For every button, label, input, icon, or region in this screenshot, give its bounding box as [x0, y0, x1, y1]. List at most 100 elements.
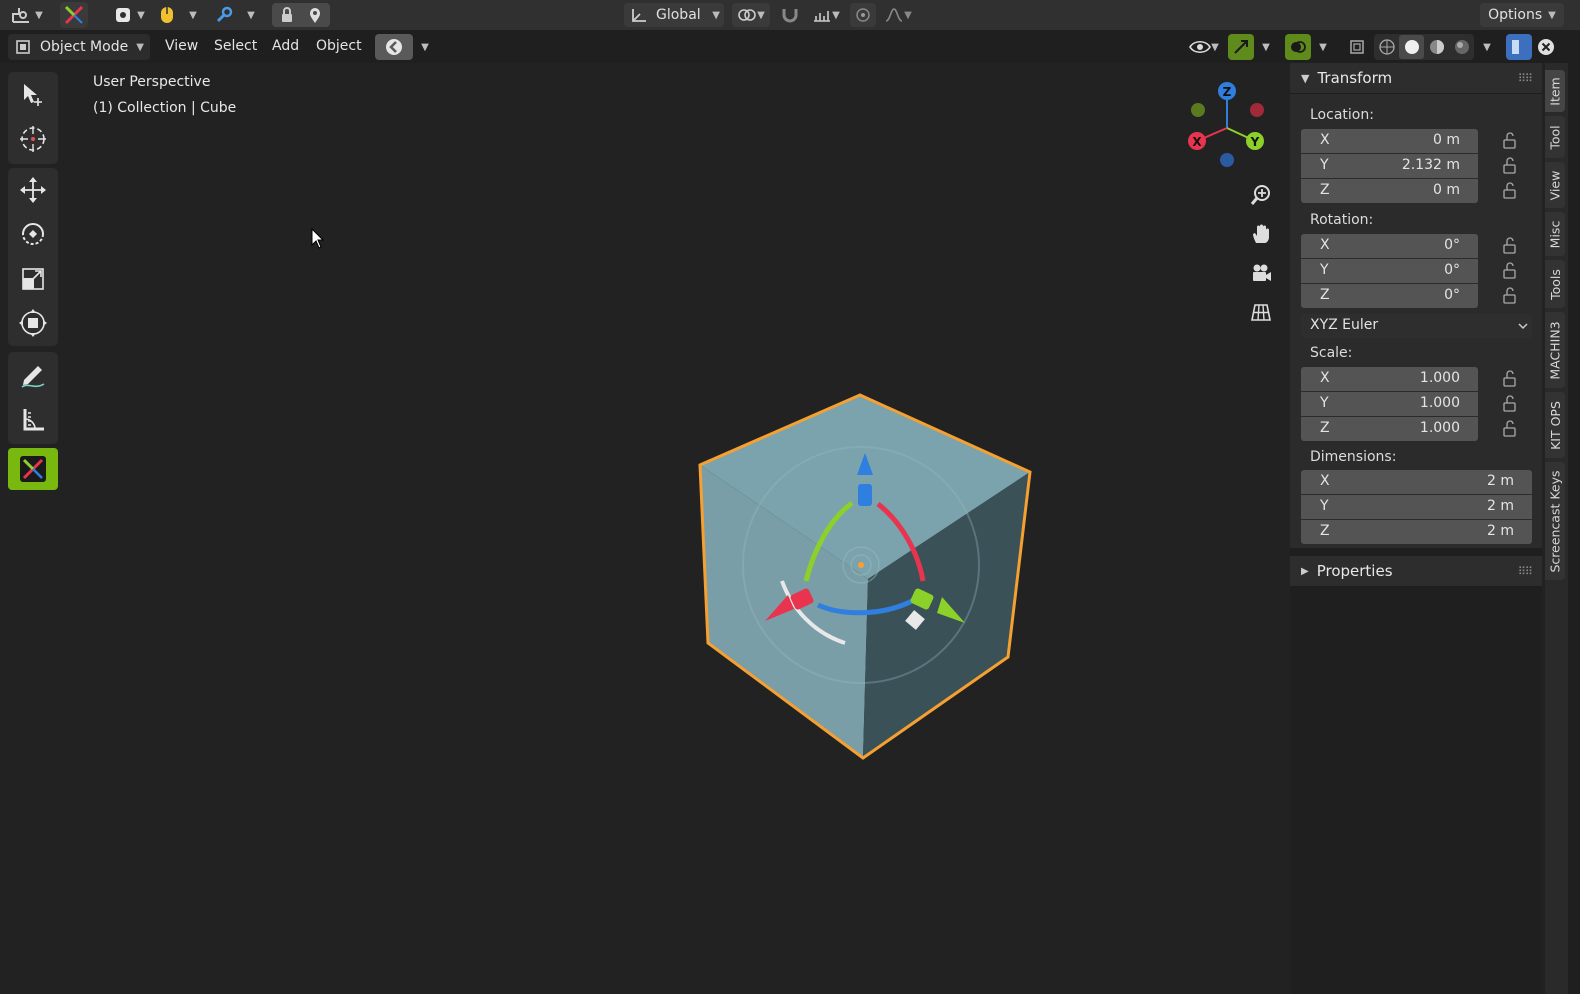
overlays-toggle[interactable]: [1285, 34, 1311, 60]
transform-panel-header[interactable]: ▼ Transform ⠿⠿: [1290, 63, 1542, 93]
transform-orientation-dropdown[interactable]: Global ▼: [624, 3, 724, 27]
properties-panel-header[interactable]: ▶ Properties ⠿⠿: [1290, 556, 1542, 586]
gizmo-neg-y[interactable]: [1191, 103, 1205, 117]
proportional-edit-toggle[interactable]: [850, 3, 876, 27]
scale-tool[interactable]: [8, 258, 58, 300]
tab-misc[interactable]: Misc: [1545, 212, 1565, 256]
tab-view[interactable]: View: [1545, 162, 1565, 208]
select-box-tool[interactable]: [8, 74, 58, 116]
chevron-down-icon[interactable]: ▼: [186, 3, 200, 27]
gizmo-neg-x[interactable]: [1250, 103, 1264, 117]
chevron-down-icon[interactable]: ▼: [418, 35, 432, 59]
dimensions-x-field[interactable]: X 2 m: [1301, 470, 1532, 494]
unlock-icon[interactable]: [1500, 419, 1520, 439]
tab-kit-ops[interactable]: KIT OPS: [1545, 392, 1565, 458]
grid-ortho-icon[interactable]: [1245, 296, 1277, 328]
rotation-mode-dropdown[interactable]: XYZ Euler: [1301, 314, 1532, 338]
select-cursor-icon: [24, 84, 42, 106]
drag-handle-icon[interactable]: ⠿⠿: [1518, 565, 1533, 578]
axis-label: X: [1320, 237, 1330, 253]
pivot-icon: [738, 9, 756, 21]
menu-object[interactable]: Object: [307, 33, 371, 59]
rotate-tool[interactable]: [8, 213, 58, 255]
unlock-icon[interactable]: [1500, 131, 1520, 151]
menu-add[interactable]: Add: [263, 33, 308, 59]
mouse-icon[interactable]: [155, 3, 179, 27]
snap-toggle[interactable]: [776, 3, 804, 27]
drag-handle-icon[interactable]: ⠿⠿: [1518, 72, 1533, 85]
unlock-icon[interactable]: [1500, 394, 1520, 414]
addon-pie-button[interactable]: [375, 34, 413, 60]
chevron-down-icon[interactable]: ▼: [244, 3, 258, 27]
mode-dropdown[interactable]: Object Mode ▼: [8, 34, 150, 60]
chevron-down-icon[interactable]: ▼: [32, 3, 46, 27]
scale-x-field[interactable]: X 1.000: [1301, 367, 1478, 391]
transform-tool[interactable]: [8, 302, 58, 344]
field-value: 1.000: [1419, 370, 1460, 386]
xray-toggle[interactable]: [1344, 34, 1370, 60]
tab-tools[interactable]: Tools: [1545, 260, 1565, 308]
move-tool[interactable]: [8, 169, 58, 211]
dimensions-z-field[interactable]: Z 2 m: [1301, 520, 1532, 544]
chevron-down-icon[interactable]: ▼: [1316, 35, 1330, 59]
camera-icon[interactable]: [1245, 257, 1277, 289]
options-dropdown[interactable]: Options ▼: [1480, 3, 1564, 27]
gizmo-neg-z[interactable]: [1220, 153, 1234, 167]
selected-cube[interactable]: [690, 385, 1040, 770]
menu-select[interactable]: Select: [205, 33, 266, 59]
sidebar-toggle[interactable]: [1506, 34, 1532, 60]
unlock-icon[interactable]: [1500, 181, 1520, 201]
measure-tool[interactable]: [8, 399, 58, 441]
scale-z-field[interactable]: Z 1.000: [1301, 417, 1478, 441]
location-y-field[interactable]: Y 2.132 m: [1301, 154, 1478, 178]
chevron-down-icon[interactable]: ▼: [134, 3, 148, 27]
tab-item[interactable]: Item: [1545, 70, 1565, 112]
eye-icon: [1189, 40, 1212, 54]
unlock-icon[interactable]: [1500, 369, 1520, 389]
material-shading-icon[interactable]: [1424, 39, 1449, 55]
rendered-shading-icon[interactable]: [1449, 39, 1474, 55]
rotation-z-field[interactable]: Z 0°: [1301, 284, 1478, 308]
location-z-field[interactable]: Z 0 m: [1301, 179, 1478, 203]
annotate-tool[interactable]: [8, 354, 58, 396]
rotation-x-field[interactable]: X 0°: [1301, 234, 1478, 258]
location-x-field[interactable]: X 0 m: [1301, 129, 1478, 153]
cursor-tool[interactable]: [8, 118, 58, 160]
tab-screencast-keys[interactable]: Screencast Keys: [1545, 462, 1565, 580]
unlock-icon[interactable]: [1500, 286, 1520, 306]
tab-tool[interactable]: Tool: [1545, 116, 1565, 158]
close-icon[interactable]: [1534, 34, 1558, 60]
addon-logo-icon[interactable]: [60, 2, 88, 28]
tab-machin3[interactable]: MACHIN3: [1545, 312, 1565, 388]
falloff-dropdown[interactable]: ▼: [880, 3, 916, 27]
properties-title: Properties: [1316, 562, 1393, 580]
zoom-icon[interactable]: [1245, 179, 1277, 211]
object-mode-icon: [16, 40, 30, 54]
addon-tool-icon: [20, 456, 46, 482]
snap-element-dropdown[interactable]: ▼: [806, 3, 846, 27]
field-value: 1.000: [1419, 395, 1460, 411]
menu-view[interactable]: View: [156, 33, 207, 59]
lock-icon[interactable]: [273, 3, 301, 27]
unlock-icon[interactable]: [1500, 156, 1520, 176]
pin-icon[interactable]: [301, 3, 329, 27]
navigation-gizmo[interactable]: Z Y X: [1180, 78, 1274, 174]
unlock-icon[interactable]: [1500, 261, 1520, 281]
hand-pan-icon[interactable]: [1245, 218, 1277, 250]
snap-settings-icon[interactable]: [110, 3, 136, 27]
dimensions-y-field[interactable]: Y 2 m: [1301, 495, 1532, 519]
unlock-icon[interactable]: [1500, 236, 1520, 256]
chevron-down-icon: [1518, 323, 1528, 330]
pivot-point-dropdown[interactable]: ▼: [732, 3, 770, 27]
addon-active-tool[interactable]: [8, 448, 58, 490]
solid-shading-icon[interactable]: [1399, 35, 1424, 59]
magnet-icon: [782, 9, 798, 23]
visibility-dropdown[interactable]: ▼: [1184, 34, 1224, 60]
chevron-down-icon[interactable]: ▼: [1480, 35, 1494, 59]
scale-y-field[interactable]: Y 1.000: [1301, 392, 1478, 416]
rotation-y-field[interactable]: Y 0°: [1301, 259, 1478, 283]
wrench-icon[interactable]: [212, 3, 236, 27]
wireframe-shading-icon[interactable]: [1374, 39, 1399, 55]
chevron-down-icon[interactable]: ▼: [1259, 35, 1273, 59]
gizmo-toggle[interactable]: [1228, 34, 1254, 60]
